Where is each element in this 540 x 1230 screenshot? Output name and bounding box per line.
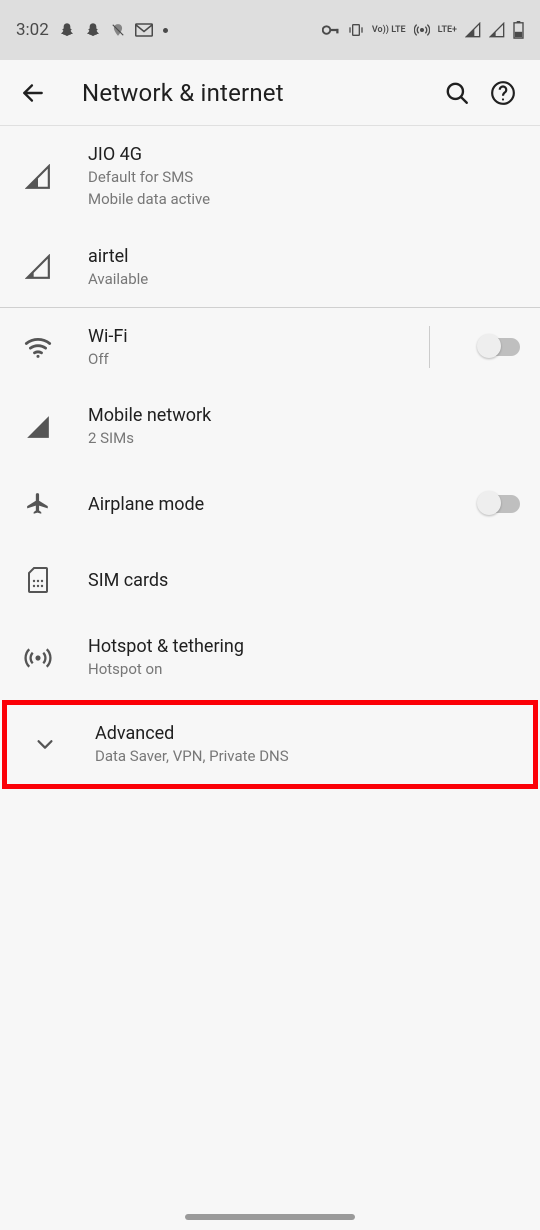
wifi-toggle[interactable] [468, 338, 520, 356]
signal-full-icon [25, 414, 51, 440]
wifi-title: Wi-Fi [88, 326, 397, 347]
signal-icon [25, 254, 51, 280]
app-bar: Network & internet [0, 60, 540, 126]
wifi-icon [24, 336, 52, 358]
vibrate-icon [348, 22, 364, 38]
sim-card-icon [27, 567, 49, 593]
sim2-title: airtel [88, 246, 520, 267]
separator [429, 326, 430, 368]
hotspot-icon [414, 22, 430, 38]
status-time: 3:02 [16, 20, 49, 40]
signal-icon [489, 22, 505, 38]
hotspot-title: Hotspot & tethering [88, 636, 520, 657]
sim1-line1: Default for SMS [88, 167, 520, 187]
hotspot-item[interactable]: Hotspot & tethering Hotspot on [0, 618, 540, 697]
battery-icon [513, 21, 524, 39]
airplane-icon [25, 491, 51, 517]
wifi-item[interactable]: Wi-Fi Off [0, 308, 540, 387]
sim-cards-item[interactable]: SIM cards [0, 542, 540, 618]
search-icon [444, 80, 470, 106]
arrow-back-icon [20, 80, 46, 106]
gmail-icon [135, 23, 153, 37]
airplane-toggle[interactable] [468, 495, 520, 513]
advanced-item[interactable]: Advanced Data Saver, VPN, Private DNS [2, 700, 538, 789]
hotspot-status: Hotspot on [88, 659, 520, 679]
gesture-nav-pill[interactable] [185, 1214, 355, 1220]
snapchat-icon [85, 22, 101, 38]
sim1-item[interactable]: JIO 4G Default for SMS Mobile data activ… [0, 126, 540, 228]
location-off-icon [111, 23, 125, 37]
snapchat-icon [59, 22, 75, 38]
sim1-title: JIO 4G [88, 144, 520, 165]
wifi-status: Off [88, 349, 397, 369]
mobile-status: 2 SIMs [88, 428, 520, 448]
chevron-down-icon [34, 733, 56, 755]
mobile-title: Mobile network [88, 405, 520, 426]
sim2-status: Available [88, 269, 520, 289]
hotspot-icon [24, 644, 52, 672]
simcards-title: SIM cards [88, 570, 520, 591]
sim2-item[interactable]: airtel Available [0, 228, 540, 307]
dot-icon [163, 28, 168, 33]
back-button[interactable] [20, 80, 46, 106]
signal-icon [25, 164, 51, 190]
page-title: Network & internet [82, 79, 434, 107]
airplane-title: Airplane mode [88, 494, 436, 515]
advanced-title: Advanced [95, 723, 513, 744]
sim1-line2: Mobile data active [88, 189, 520, 209]
help-icon [490, 80, 516, 106]
signal-icon [465, 22, 481, 38]
lte-label: LTE+ [438, 26, 457, 35]
vpn-key-icon [322, 24, 340, 36]
status-bar: 3:02 Vo)) LTE LTE+ [0, 0, 540, 60]
airplane-item[interactable]: Airplane mode [0, 466, 540, 542]
help-button[interactable] [480, 70, 526, 116]
mobile-network-item[interactable]: Mobile network 2 SIMs [0, 387, 540, 466]
search-button[interactable] [434, 70, 480, 116]
volte-label: Vo)) LTE [372, 26, 406, 35]
advanced-status: Data Saver, VPN, Private DNS [95, 746, 513, 766]
